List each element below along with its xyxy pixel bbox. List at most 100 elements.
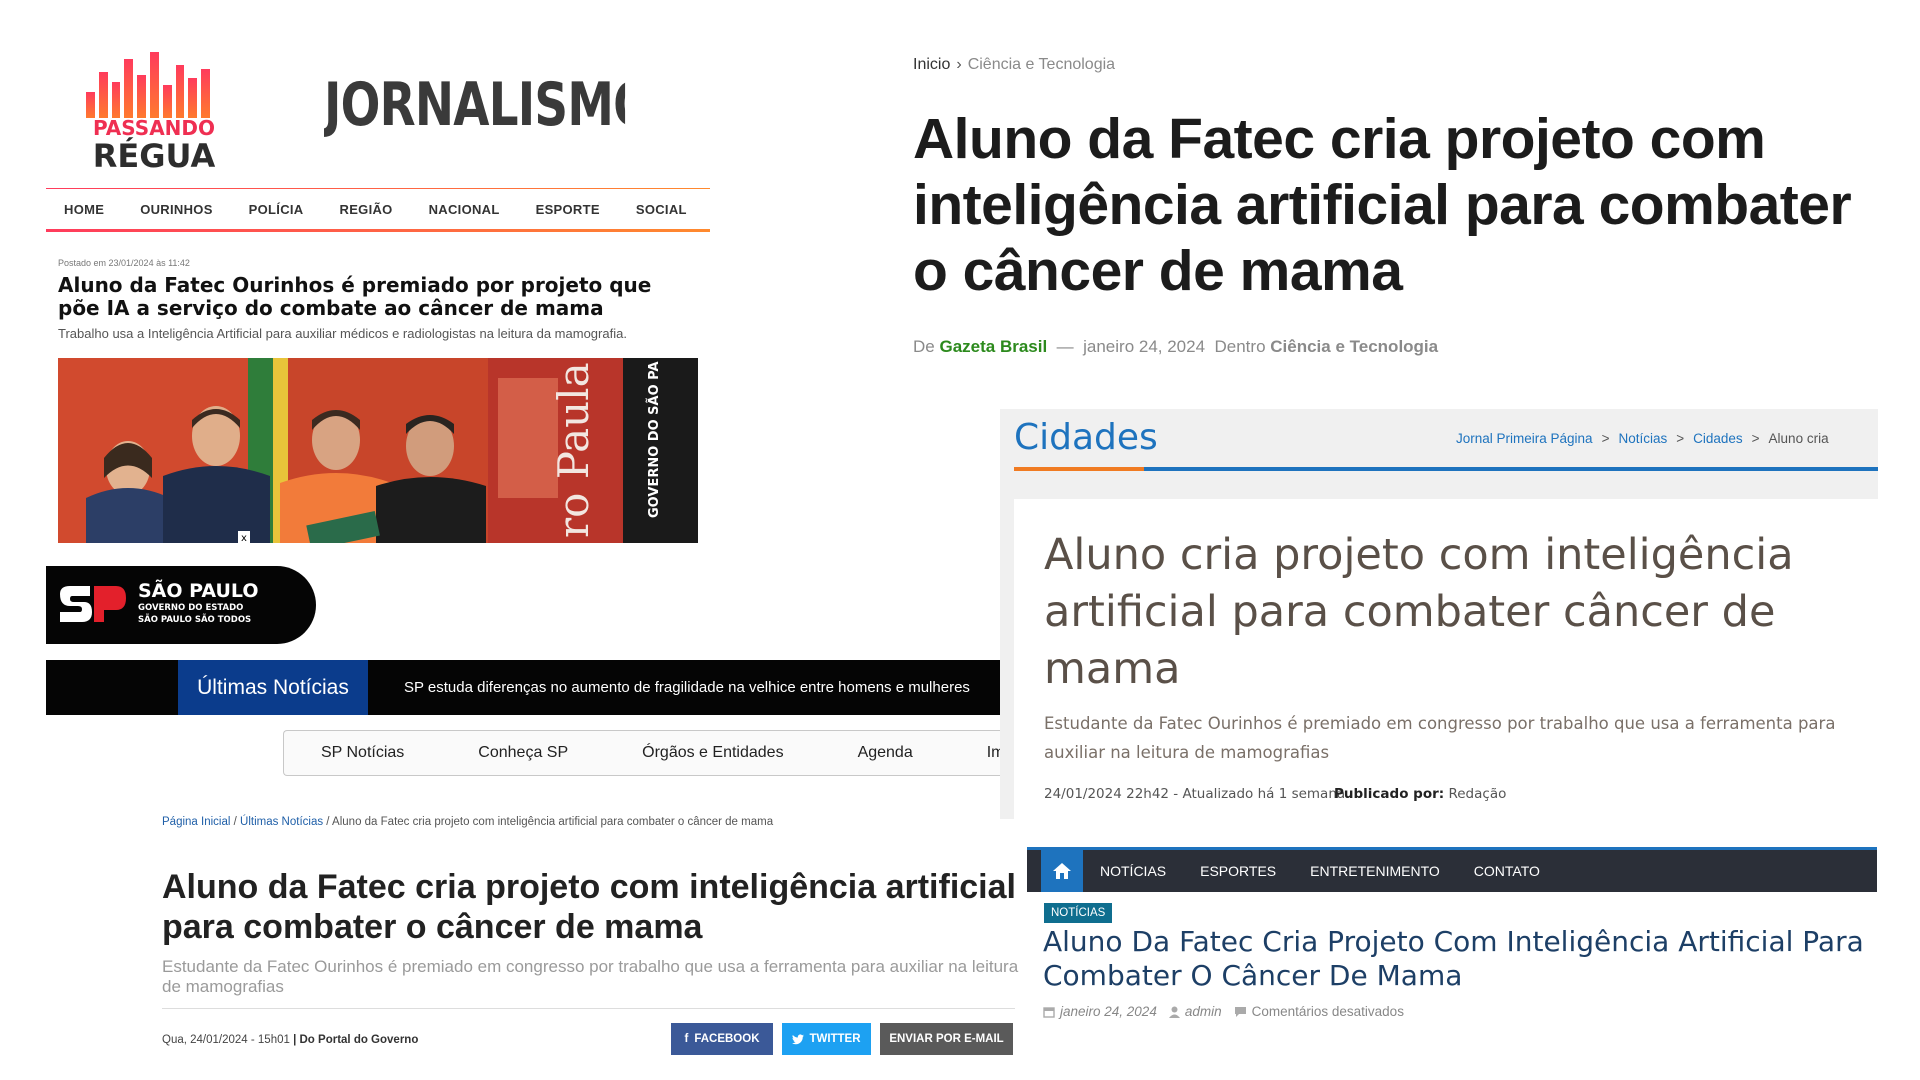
nav-agenda[interactable]: Agenda — [821, 744, 950, 762]
section-underline — [1014, 467, 1878, 471]
meta-by: De — [913, 337, 935, 356]
share-twitter-button[interactable]: TWITTER — [782, 1023, 871, 1055]
meta-category[interactable]: Ciência e Tecnologia — [1270, 337, 1438, 356]
photo-sign-text: GOVERNO DO SÃO PA — [646, 361, 662, 518]
passando-nav: HOME OURINHOS POLÍCIA REGIÃO NACIONAL ES… — [46, 188, 710, 232]
user-icon — [1168, 1006, 1180, 1018]
ticker-headline[interactable]: SP estuda diferenças no aumento de fragi… — [404, 660, 970, 715]
chevron-right-icon: › — [956, 56, 962, 73]
meta-comments-group: Comentários desativados — [1234, 1004, 1404, 1019]
nav-esporte[interactable]: ESPORTE — [518, 202, 618, 217]
published-by: Redação — [1448, 786, 1507, 802]
calendar-icon — [1043, 1006, 1055, 1018]
article-card: Aluno cria projeto com inteligência arti… — [1014, 499, 1878, 819]
nav-noticias[interactable]: NOTÍCIAS — [1083, 863, 1183, 879]
crumb-sep-2: > — [1676, 431, 1685, 446]
site-e-meta: janeiro 24, 2024 admin Comentários desat… — [1043, 1004, 1404, 1019]
meta-date: janeiro 24, 2024 — [1060, 1004, 1157, 1019]
article-subtitle: Trabalho usa a Inteligência Artificial p… — [58, 326, 627, 341]
crumb-separator: / — [233, 816, 237, 828]
primeira-date: 24/01/2024 22h42 - Atualizado há 1 seman… — [1044, 786, 1346, 802]
source-text: | Do Portal do Governo — [293, 1034, 419, 1046]
nav-home[interactable]: HOME — [46, 202, 122, 217]
photo-close-mark: x — [241, 533, 247, 543]
passando-logo-bars[interactable] — [86, 52, 210, 118]
gazeta-breadcrumb: Inicio › Ciência e Tecnologia — [913, 56, 1115, 74]
sp-badge-sub2: SÃO PAULO SÃO TODOS — [138, 615, 252, 625]
breadcrumb-current[interactable]: Ciência e Tecnologia — [968, 56, 1115, 73]
home-button[interactable] — [1041, 850, 1083, 892]
sp-nav: SP Notícias Conheça SP Órgãos e Entidade… — [283, 730, 1004, 776]
nav-nacional[interactable]: NACIONAL — [411, 202, 518, 217]
crumb-sep-1: > — [1601, 431, 1610, 446]
meta-author-group[interactable]: admin — [1168, 1004, 1222, 1019]
nav-imprensa[interactable]: Impre — [950, 744, 1004, 762]
sp-badge-sub1: GOVERNO DO ESTADO — [138, 603, 244, 613]
nav-social[interactable]: SOCIAL — [618, 202, 705, 217]
primeira-publisher: Publicado por: Redação — [1334, 786, 1506, 802]
sp-article-subtitle: Estudante da Fatec Ourinhos é premiado e… — [162, 957, 1019, 996]
site-e-title: Aluno Da Fatec Cria Projeto Com Inteligê… — [1043, 925, 1864, 992]
nav-policia[interactable]: POLÍCIA — [231, 202, 322, 217]
comment-icon — [1234, 1006, 1246, 1017]
banner-jornalismo[interactable]: JORNALISMO DE VI — [324, 70, 625, 150]
twitter-bird-icon — [792, 1033, 805, 1044]
twitter-label: TWITTER — [809, 1033, 861, 1045]
nav-entretenimento[interactable]: ENTRETENIMENTO — [1293, 863, 1457, 879]
share-email-button[interactable]: ENVIAR POR E-MAIL — [880, 1023, 1013, 1055]
news-ticker: Últimas Notícias SP estuda diferenças no… — [46, 660, 1002, 715]
passando-logo[interactable]: PASSANDO RÉGUA — [84, 118, 224, 172]
crumb-current: / Aluno da Fatec cria projeto com inteli… — [326, 816, 774, 828]
category-tag[interactable]: NOTÍCIAS — [1044, 903, 1113, 923]
meta-in: Dentro — [1214, 337, 1266, 356]
facebook-icon: f — [684, 1033, 689, 1045]
primeira-title: Aluno cria projeto com inteligência arti… — [1044, 530, 1794, 694]
section-title: Cidades — [1014, 417, 1158, 458]
divider — [162, 1008, 1015, 1009]
date-text: Qua, 24/01/2024 - 15h01 — [162, 1034, 290, 1046]
logo-line-2: RÉGUA — [92, 137, 216, 175]
meta-author[interactable]: Gazeta Brasil — [939, 337, 1047, 356]
photo-illustration: ro Paula So GOVERNO DO SÃO PA x — [58, 358, 698, 543]
share-facebook-button[interactable]: f FACEBOOK — [671, 1023, 773, 1055]
crumb-jornal[interactable]: Jornal Primeira Página — [1456, 431, 1593, 446]
meta-dash: — — [1056, 337, 1074, 356]
gazeta-meta: De Gazeta Brasil — janeiro 24, 2024 Dent… — [913, 337, 1438, 357]
article-title[interactable]: Aluno da Fatec Ourinhos é premiado por p… — [58, 274, 698, 320]
nav-orgaos[interactable]: Órgãos e Entidades — [605, 744, 820, 762]
nav-conheca-sp[interactable]: Conheça SP — [441, 744, 605, 762]
nav-esportes[interactable]: ESPORTES — [1183, 863, 1293, 879]
crumb-home[interactable]: Página Inicial — [162, 816, 230, 828]
home-icon — [1053, 863, 1071, 879]
sp-breadcrumb: Página Inicial / Últimas Notícias / Alun… — [162, 816, 773, 828]
article-photo[interactable]: ro Paula So GOVERNO DO SÃO PA x — [58, 358, 698, 543]
logo-line-1: PASSANDO — [92, 116, 216, 140]
primeira-breadcrumb: Jornal Primeira Página > Notícias > Cidades >… — [1456, 431, 1829, 446]
sp-map-icon — [60, 586, 126, 622]
sp-badge-name: SÃO PAULO — [138, 580, 259, 602]
crumb-noticias[interactable]: Notícias — [1618, 431, 1667, 446]
meta-date-group: janeiro 24, 2024 — [1043, 1004, 1157, 1019]
crumb-cidades[interactable]: Cidades — [1693, 431, 1743, 446]
crumb-sep-3: > — [1751, 431, 1760, 446]
meta-date: janeiro 24, 2024 — [1083, 337, 1206, 356]
primeira-panel: Cidades Jornal Primeira Página > Notícias >… — [1000, 409, 1878, 819]
ticker-label[interactable]: Últimas Notícias — [178, 660, 368, 715]
sp-article-title: Aluno da Fatec cria projeto com inteligê… — [162, 868, 1016, 946]
site-e-nav: NOTÍCIAS ESPORTES ENTRETENIMENTO CONTATO — [1027, 847, 1877, 892]
published-label: Publicado por: — [1334, 786, 1445, 802]
breadcrumb-home[interactable]: Inicio — [913, 56, 950, 73]
sp-gov-logo[interactable]: SÃO PAULO GOVERNO DO ESTADO SÃO PAULO SÃ… — [46, 566, 316, 644]
nav-regiao[interactable]: REGIÃO — [322, 202, 411, 217]
facebook-label: FACEBOOK — [694, 1033, 760, 1045]
crumb-section[interactable]: Últimas Notícias — [240, 816, 323, 828]
nav-contato[interactable]: CONTATO — [1457, 863, 1557, 879]
nav-ourinhos[interactable]: OURINHOS — [122, 202, 230, 217]
meta-author: admin — [1184, 1004, 1222, 1019]
gazeta-title: Aluno da Fatec cria projeto com inteligê… — [913, 107, 1852, 303]
nav-sp-noticias[interactable]: SP Notícias — [284, 744, 441, 762]
passando-panel: PASSANDO RÉGUA JORNALISMO DE VI HOME OUR… — [46, 40, 710, 550]
meta-comments: Comentários desativados — [1251, 1004, 1404, 1019]
post-date: Postado em 23/01/2024 às 11:42 — [58, 258, 190, 268]
photo-wall-text: ro Paula So — [549, 358, 598, 538]
